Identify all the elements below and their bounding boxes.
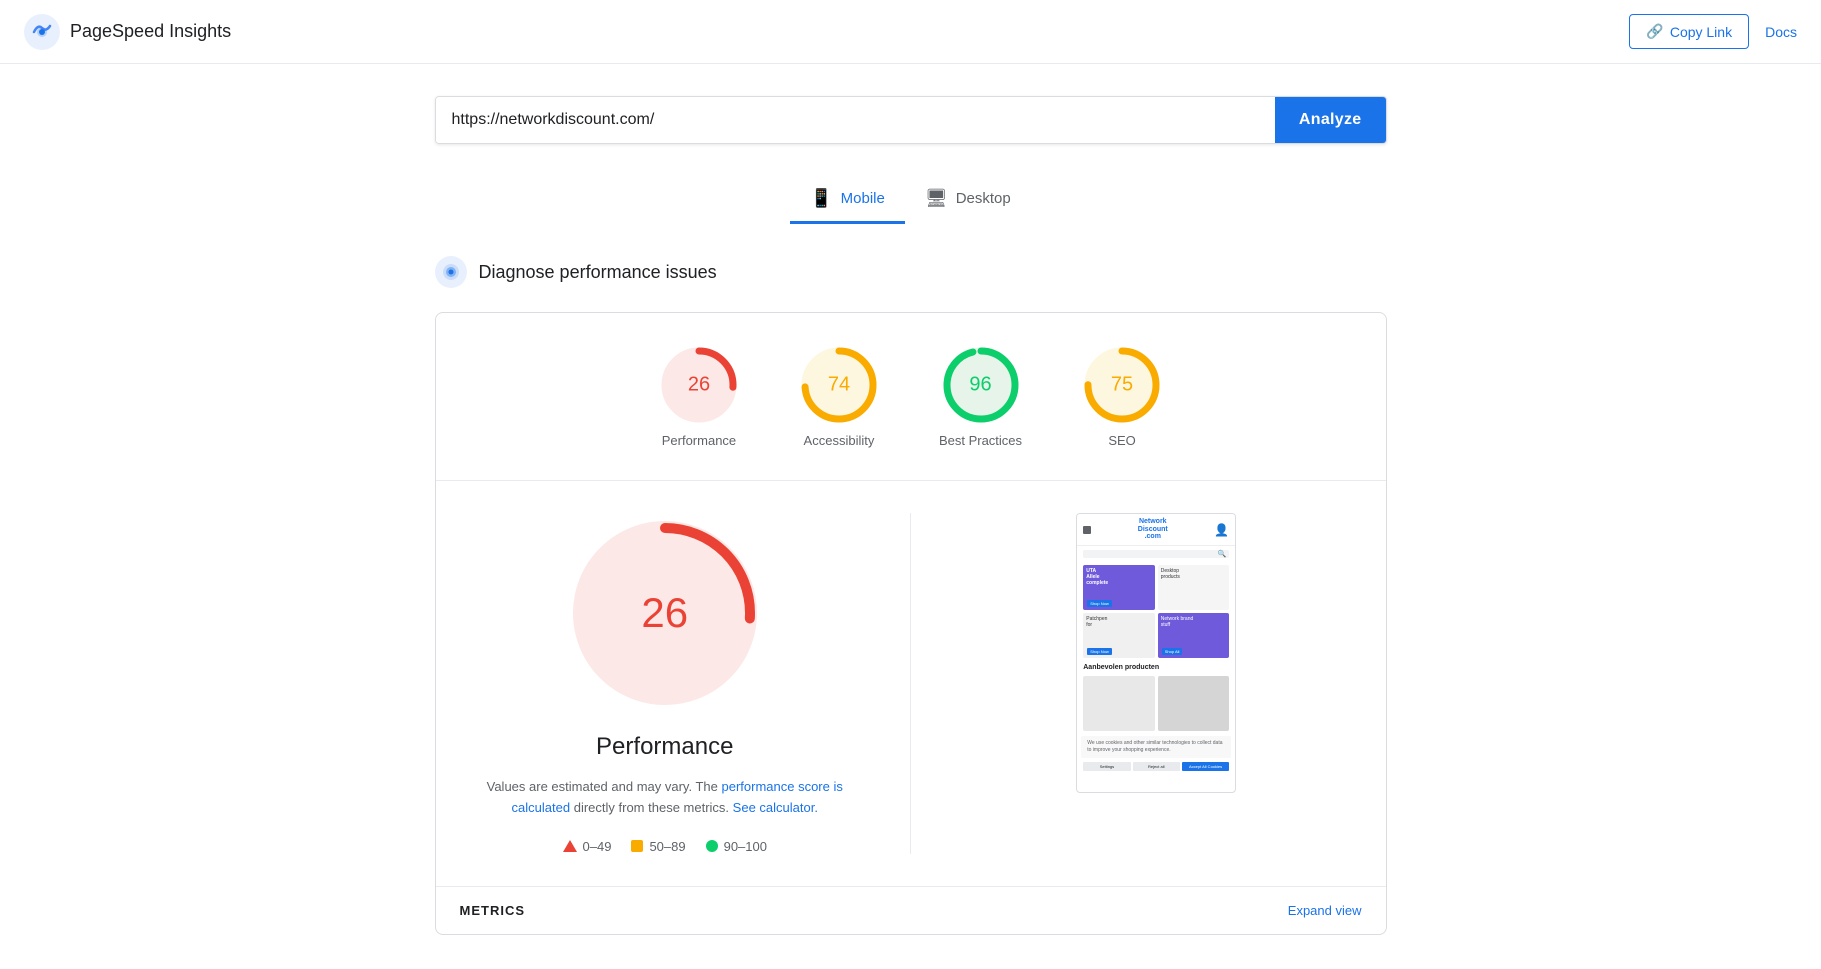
thumb-logo: NetworkDiscount.com bbox=[1138, 518, 1168, 541]
metrics-label: METRICS bbox=[460, 903, 526, 918]
legend-good-label: 90–100 bbox=[724, 839, 767, 854]
results-card: 26 Performance 74 Accessibility bbox=[435, 312, 1387, 935]
app-title: PageSpeed Insights bbox=[70, 21, 231, 42]
score-seo[interactable]: 75 SEO bbox=[1082, 345, 1162, 448]
thumb-card-1: UTAAllelecomplete Shop Now bbox=[1083, 565, 1155, 610]
pagespeed-logo-icon bbox=[24, 14, 60, 50]
thumb-card-2: Desktopproducts bbox=[1158, 565, 1230, 610]
tab-desktop[interactable]: 🖥 Desktop bbox=[905, 176, 1031, 224]
bottom-bar: METRICS Expand view bbox=[436, 886, 1386, 934]
main-content: Analyze 📱 Mobile 🖥 Desktop Diagnose perf… bbox=[411, 64, 1411, 967]
performance-label: Performance bbox=[662, 433, 736, 448]
poor-indicator bbox=[563, 840, 577, 852]
link-icon: 🔗 bbox=[1646, 23, 1663, 40]
performance-detail-section: 26 Performance Values are estimated and … bbox=[460, 513, 1362, 886]
thumb-settings-btn: Settings bbox=[1083, 762, 1130, 771]
tab-mobile-label: Mobile bbox=[841, 190, 885, 207]
performance-right-panel: NetworkDiscount.com 👤 🔍 UTAAllelecomplet… bbox=[951, 513, 1362, 854]
score-best-practices[interactable]: 96 Best Practices bbox=[939, 345, 1022, 448]
seo-label: SEO bbox=[1108, 433, 1135, 448]
thumb-card-4: Network brandstuff Shop All bbox=[1158, 613, 1230, 658]
copy-link-label: Copy Link bbox=[1670, 24, 1732, 40]
performance-gauge: 26 bbox=[659, 345, 739, 425]
thumb-card-3: Patchpenfor Shop Now bbox=[1083, 613, 1155, 658]
tab-mobile[interactable]: 📱 Mobile bbox=[790, 176, 905, 224]
big-performance-score: 26 bbox=[641, 589, 688, 637]
performance-score-value: 26 bbox=[688, 374, 710, 397]
docs-link[interactable]: Docs bbox=[1765, 24, 1797, 40]
vertical-divider bbox=[910, 513, 911, 854]
legend-moderate: 50–89 bbox=[631, 839, 685, 854]
accessibility-gauge: 74 bbox=[799, 345, 879, 425]
header-left: PageSpeed Insights bbox=[24, 14, 231, 50]
performance-left-panel: 26 Performance Values are estimated and … bbox=[460, 513, 871, 854]
diagnose-icon bbox=[435, 256, 467, 288]
thumb-product-2 bbox=[1158, 676, 1230, 731]
performance-title: Performance bbox=[596, 733, 733, 761]
info-icon bbox=[442, 263, 460, 281]
best-practices-gauge: 96 bbox=[941, 345, 1021, 425]
seo-score-value: 75 bbox=[1111, 374, 1133, 397]
desktop-icon: 🖥 bbox=[925, 188, 948, 209]
big-performance-gauge: 26 bbox=[565, 513, 765, 713]
thumb-btn-1: Shop Now bbox=[1087, 600, 1111, 607]
legend-moderate-label: 50–89 bbox=[649, 839, 685, 854]
desc-text-2: directly from these metrics. bbox=[574, 800, 729, 815]
thumb-header: NetworkDiscount.com 👤 bbox=[1077, 514, 1235, 546]
thumb-search: 🔍 bbox=[1083, 550, 1229, 558]
tab-bar: 📱 Mobile 🖥 Desktop bbox=[435, 176, 1387, 224]
legend-poor-label: 0–49 bbox=[583, 839, 612, 854]
mobile-icon: 📱 bbox=[810, 188, 832, 209]
score-legend: 0–49 50–89 90–100 bbox=[563, 839, 767, 854]
copy-link-button[interactable]: 🔗 Copy Link bbox=[1629, 14, 1749, 49]
performance-description: Values are estimated and may vary. The p… bbox=[475, 777, 855, 819]
thumb-products bbox=[1077, 673, 1235, 734]
accessibility-score-value: 74 bbox=[828, 374, 850, 397]
header-right: 🔗 Copy Link Docs bbox=[1629, 14, 1797, 49]
legend-good: 90–100 bbox=[706, 839, 767, 854]
scores-row: 26 Performance 74 Accessibility bbox=[460, 345, 1362, 448]
score-performance[interactable]: 26 Performance bbox=[659, 345, 739, 448]
seo-gauge: 75 bbox=[1082, 345, 1162, 425]
accessibility-label: Accessibility bbox=[804, 433, 875, 448]
calculator-link[interactable]: See calculator. bbox=[733, 800, 818, 815]
thumb-product-1 bbox=[1083, 676, 1155, 731]
thumb-reject-btn: Reject all bbox=[1133, 762, 1180, 771]
desc-text-1: Values are estimated and may vary. The bbox=[487, 779, 718, 794]
thumb-btn-4: Shop All bbox=[1162, 648, 1183, 655]
diagnose-section: Diagnose performance issues bbox=[435, 256, 1387, 288]
score-accessibility[interactable]: 74 Accessibility bbox=[799, 345, 879, 448]
header: PageSpeed Insights 🔗 Copy Link Docs bbox=[0, 0, 1821, 64]
tab-desktop-label: Desktop bbox=[956, 190, 1011, 207]
good-indicator bbox=[706, 840, 718, 852]
best-practices-label: Best Practices bbox=[939, 433, 1022, 448]
score-divider bbox=[436, 480, 1386, 481]
thumb-accept-btn: Accept All Cookies bbox=[1182, 762, 1229, 771]
moderate-indicator bbox=[631, 840, 643, 852]
thumb-section-title: Aanbevolen producten bbox=[1077, 661, 1235, 673]
thumb-grid: UTAAllelecomplete Shop Now Desktopproduc… bbox=[1077, 562, 1235, 661]
diagnose-text: Diagnose performance issues bbox=[479, 262, 717, 283]
url-input[interactable] bbox=[436, 97, 1275, 143]
best-practices-score-value: 96 bbox=[969, 374, 991, 397]
thumb-cookie-buttons: Settings Reject all Accept All Cookies bbox=[1077, 760, 1235, 773]
url-bar: Analyze bbox=[435, 96, 1387, 144]
thumb-cookie-notice: We use cookies and other similar technol… bbox=[1081, 736, 1231, 758]
site-thumbnail: NetworkDiscount.com 👤 🔍 UTAAllelecomplet… bbox=[1076, 513, 1236, 793]
thumb-btn-3: Shop Now bbox=[1087, 648, 1111, 655]
analyze-button[interactable]: Analyze bbox=[1275, 97, 1386, 143]
legend-poor: 0–49 bbox=[563, 839, 612, 854]
expand-view-link[interactable]: Expand view bbox=[1288, 903, 1362, 918]
